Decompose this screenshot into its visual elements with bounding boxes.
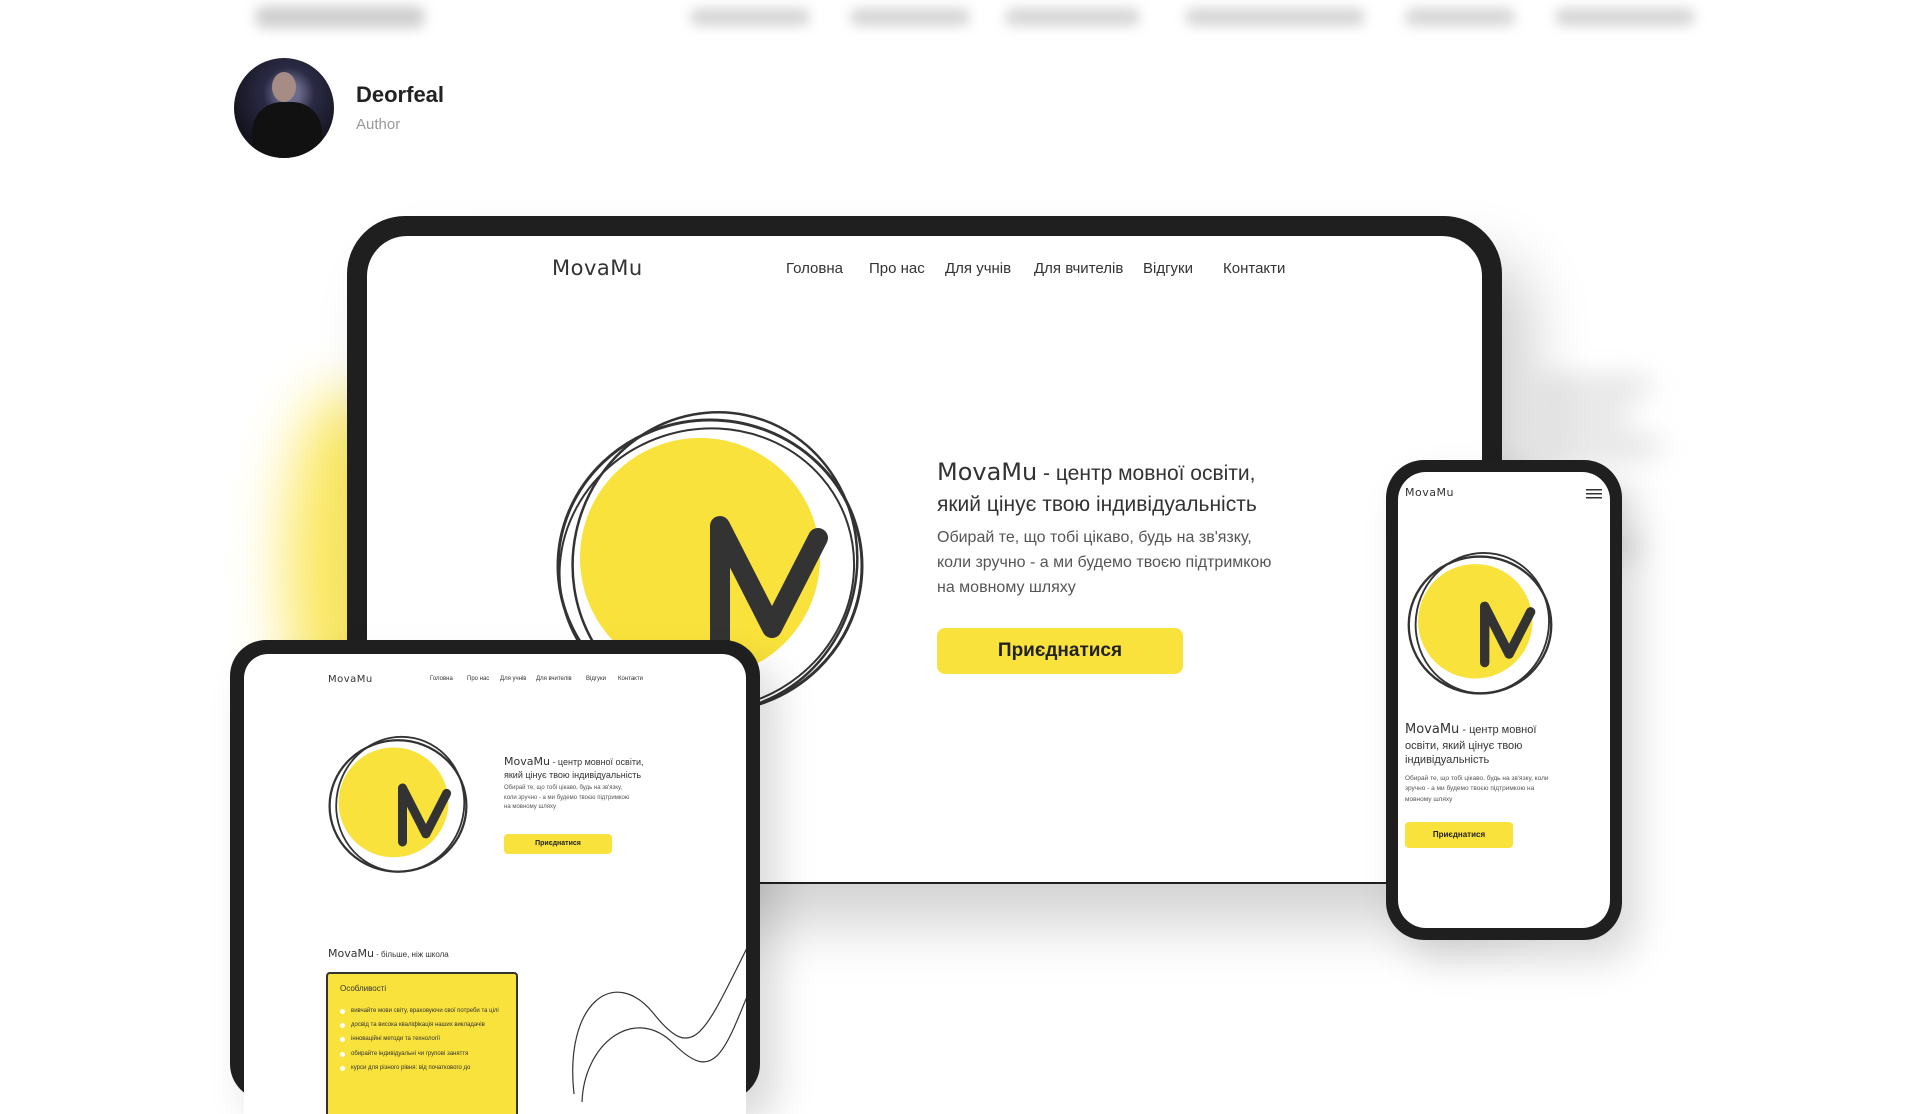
feature-item: курси для різного рівня: від початкового… <box>340 1065 502 1072</box>
tablet-nav-contacts[interactable]: Контакти <box>618 676 643 682</box>
tablet-logo-illustration <box>328 735 468 873</box>
phone-screen: MovaMu MovaMu - центр мовної освіти, яки… <box>1398 472 1610 928</box>
hero-brand: MovaMu <box>937 458 1038 486</box>
blurred-logo <box>255 6 425 28</box>
tablet-hero-text-line: на мовному шляху <box>504 804 557 811</box>
hero-text-line: Обирай те, що тобі цікаво, будь на зв'яз… <box>937 529 1252 546</box>
phone-hero-description: Обирай те, що тобі цікаво, будь на зв'яз… <box>1405 774 1549 805</box>
blurred-header <box>0 0 1920 44</box>
phone-logo[interactable]: MovaMu <box>1405 486 1454 499</box>
blurred-nav-item <box>690 8 810 26</box>
tablet-nav-home[interactable]: Головна <box>430 676 453 682</box>
phone-join-button[interactable]: Приєднатися <box>1405 822 1513 848</box>
blurred-nav-item <box>1555 8 1695 26</box>
tablet-nav-reviews[interactable]: Відгуки <box>586 676 606 682</box>
tablet-nav-about[interactable]: Про нас <box>467 676 489 682</box>
tablet-mockup: MovaMu Головна Про нас Для учнів Для вчи… <box>230 640 760 1114</box>
hero-title-line1: - центр мовної освіти, <box>1037 462 1256 485</box>
tablet-hero-text-line: Обирай те, що тобі цікаво, будь на зв'яз… <box>504 785 623 791</box>
tablet-hero-text-line: коли зручно - а ми будемо твоєю підтримк… <box>504 794 630 801</box>
phone-logo-illustration <box>1407 552 1553 695</box>
features-title: Особливості <box>340 984 387 993</box>
blurred-nav-item <box>1405 8 1515 26</box>
features-list: вивчайте мови світу, враховуючи свої пот… <box>340 1008 502 1079</box>
hero-title-line2: який цінує твою індивідуальність <box>937 492 1257 516</box>
decorative-wave-lines <box>572 948 746 1103</box>
author-avatar[interactable] <box>234 58 334 158</box>
author-role: Author <box>356 116 401 133</box>
phone-hero-text-line: Обирай те, що тобі цікаво, будь на зв'яз… <box>1405 775 1549 782</box>
author-name[interactable]: Deorfeal <box>356 82 444 108</box>
hero-text-line: на мовному шляху <box>937 578 1076 596</box>
join-button[interactable]: Приєднатися <box>937 628 1183 674</box>
phone-hero-text-line: мовному шляху <box>1405 795 1453 803</box>
nav-about[interactable]: Про нас <box>869 260 925 277</box>
hamburger-menu-icon[interactable] <box>1586 489 1602 499</box>
site-logo[interactable]: MovaMu <box>552 256 643 280</box>
phone-mockup: MovaMu MovaMu - центр мовної освіти, яки… <box>1386 460 1622 940</box>
blurred-nav-item <box>1185 8 1365 26</box>
blurred-nav-item <box>850 8 970 26</box>
blurred-nav-item <box>1005 8 1140 26</box>
hero-text-line: коли зручно - а ми будемо твоєю підтримк… <box>937 553 1272 571</box>
features-card: Особливості вивчайте мови світу, врахову… <box>326 972 518 1114</box>
tablet-logo[interactable]: MovaMu <box>328 674 373 685</box>
phone-hero-title: MovaMu - центр мовної освіти, який цінує… <box>1405 722 1536 767</box>
phone-hero-title-line3: індивідуальність <box>1405 754 1490 767</box>
hero-title: MovaMu - центр мовної освіти, який цінує… <box>937 456 1257 519</box>
tablet-hero-brand: MovaMu <box>504 755 550 768</box>
tablet-section-title: MovaMu - більше, ніж школа <box>328 946 449 961</box>
feature-item: інноваційні методи та технології <box>340 1036 502 1043</box>
tablet-nav-students[interactable]: Для учнів <box>500 676 526 682</box>
feature-item: вивчайте мови світу, враховуючи свої пот… <box>340 1008 502 1015</box>
tablet-section-brand: MovaMu <box>328 947 374 960</box>
nav-students[interactable]: Для учнів <box>945 260 1011 277</box>
phone-hero-brand: MovaMu <box>1405 722 1460 737</box>
nav-reviews[interactable]: Відгуки <box>1143 260 1193 277</box>
nav-contacts[interactable]: Контакти <box>1223 260 1285 277</box>
feature-item: обирайте індивідуальні чи групові занятт… <box>340 1051 502 1058</box>
tablet-hero-title: MovaMu - центр мовної освіти, який цінує… <box>504 754 643 782</box>
phone-hero-title-line1: - центр мовної <box>1459 724 1537 736</box>
tablet-hero-description: Обирай те, що тобі цікаво, будь на зв'яз… <box>504 784 629 813</box>
nav-home[interactable]: Головна <box>786 260 843 277</box>
feature-item: досвід та висока кваліфікація наших викл… <box>340 1022 502 1029</box>
tablet-hero-title-line2: який цінує твою індивідуальність <box>504 770 642 781</box>
tablet-nav-teachers[interactable]: Для вчителів <box>536 676 572 682</box>
tablet-join-button[interactable]: Приєднатися <box>504 834 612 854</box>
tablet-section-title-rest: - більше, ніж школа <box>373 950 449 959</box>
phone-hero-title-line2: освіти, який цінує твою <box>1405 739 1523 752</box>
hero-description: Обирай те, що тобі цікаво, будь на зв'яз… <box>937 526 1271 600</box>
tablet-hero-title-line1: - центр мовної освіти, <box>549 757 644 767</box>
tablet-screen: MovaMu Головна Про нас Для учнів Для вчи… <box>244 654 746 1114</box>
phone-hero-text-line: зручно - а ми будемо твоєю підтримкою на <box>1405 785 1535 793</box>
nav-teachers[interactable]: Для вчителів <box>1034 260 1123 277</box>
